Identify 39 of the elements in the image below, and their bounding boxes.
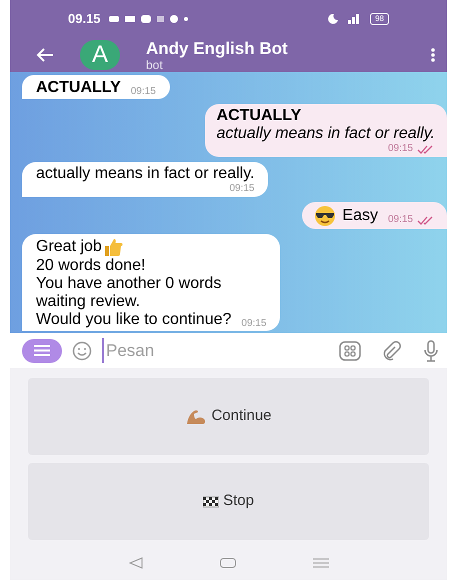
more-options-icon[interactable] <box>431 48 435 62</box>
home-nav-icon[interactable] <box>220 558 236 568</box>
recents-nav-icon[interactable] <box>312 558 328 568</box>
message-time: 09:15 <box>241 317 266 331</box>
message-time: 09:15 <box>229 183 254 195</box>
back-arrow-icon[interactable] <box>36 48 54 62</box>
message-text: actually means in fact or really. <box>216 125 435 143</box>
emoji-icon[interactable] <box>72 340 92 360</box>
back-nav-icon[interactable] <box>128 556 142 568</box>
message-text: 20 words done! <box>36 257 146 275</box>
microphone-icon[interactable] <box>423 340 439 362</box>
moon-icon <box>328 14 338 24</box>
status-time: 09.15 <box>68 10 101 28</box>
message-text: Great job <box>36 238 102 256</box>
battery-indicator: 98 <box>370 13 389 25</box>
bot-keyboard-icon[interactable] <box>339 340 361 360</box>
message-text: Easy <box>342 207 378 225</box>
dot-icon <box>184 17 188 21</box>
thumbs-up-icon <box>102 237 123 257</box>
attach-icon[interactable] <box>381 340 401 360</box>
message-text: Would you like to continue? <box>36 311 232 329</box>
keyboard-button[interactable]: Continue <box>28 378 429 455</box>
message-time: 09:15 <box>130 85 156 99</box>
menu-icon <box>34 345 50 356</box>
keyboard-button[interactable]: Stop <box>28 463 429 540</box>
chat-subtitle: bot <box>146 58 164 70</box>
sunglasses-face-icon <box>314 205 336 227</box>
menu-button[interactable] <box>22 338 62 362</box>
checkered-flag-icon <box>203 496 220 508</box>
message-time: 09:15 <box>388 143 413 155</box>
message-input[interactable]: Pesan <box>102 338 252 364</box>
message-time: 09:15 <box>388 213 413 227</box>
message-heading: ACTUALLY <box>36 78 121 97</box>
message-text: waiting review. <box>36 293 140 311</box>
message-heading: ACTUALLY <box>216 107 302 125</box>
flexed-arm-icon <box>185 408 208 426</box>
message-text: You have another 0 words <box>36 275 222 293</box>
message-text: actually means in fact or really. <box>36 165 254 183</box>
chat-title: Andy English Bot <box>146 40 288 56</box>
